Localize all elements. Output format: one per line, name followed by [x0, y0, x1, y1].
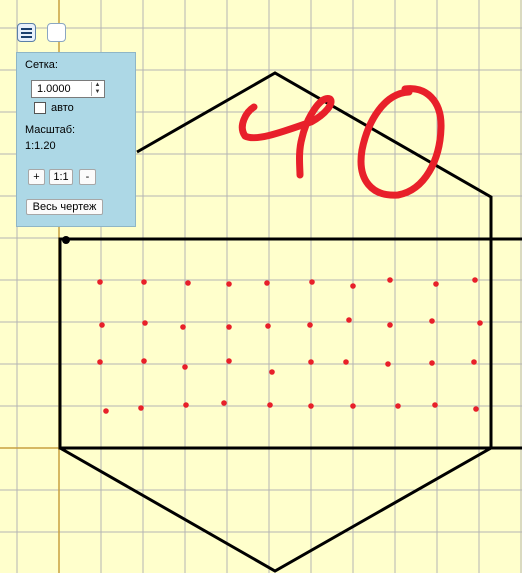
scale-value: 1:1.20	[25, 140, 56, 152]
red-dot	[138, 405, 144, 411]
red-dot	[226, 324, 232, 330]
red-dot	[432, 402, 438, 408]
handwritten-digit-4	[238, 95, 335, 179]
red-dot	[387, 322, 393, 328]
red-dot	[343, 359, 349, 365]
red-dot	[395, 403, 401, 409]
red-dot	[309, 279, 315, 285]
red-dot	[433, 281, 439, 287]
grid-size-spinner[interactable]: 1.0000 ▲ ▼	[31, 80, 105, 98]
red-dot	[429, 318, 435, 324]
scale-label: Масштаб:	[25, 124, 76, 136]
red-dot	[226, 281, 232, 287]
red-dot	[97, 279, 103, 285]
hamburger-menu-icon	[21, 28, 32, 40]
spin-down-icon[interactable]: ▼	[92, 89, 103, 96]
red-dot	[267, 402, 273, 408]
red-dots	[97, 277, 483, 414]
red-dot	[141, 358, 147, 364]
handwritten-number	[238, 85, 445, 199]
red-dot	[387, 277, 393, 283]
red-dot	[472, 277, 478, 283]
red-dot	[307, 322, 313, 328]
red-dot	[185, 280, 191, 286]
red-dot	[103, 408, 109, 414]
zoom-out-button[interactable]: -	[79, 169, 96, 185]
auto-checkbox[interactable]	[34, 102, 46, 114]
red-dot	[471, 359, 477, 365]
red-dot	[141, 279, 147, 285]
red-dot	[99, 322, 105, 328]
red-dot	[269, 369, 275, 375]
red-dot	[221, 400, 227, 406]
red-dot	[350, 403, 356, 409]
red-dot	[477, 320, 483, 326]
red-dot	[226, 358, 232, 364]
fit-drawing-button[interactable]: Весь чертеж	[26, 199, 103, 215]
red-dot	[346, 317, 352, 323]
red-dot	[264, 280, 270, 286]
handwritten-digit-0	[357, 85, 445, 199]
zoom-in-button[interactable]: +	[28, 169, 45, 185]
auto-label: авто	[51, 102, 74, 114]
red-dot	[429, 360, 435, 366]
rectangle-outline	[58, 237, 522, 450]
red-dot	[142, 320, 148, 326]
red-dot	[308, 403, 314, 409]
menu-button[interactable]	[17, 23, 36, 42]
red-dot	[308, 359, 314, 365]
spin-up-icon[interactable]: ▲	[92, 82, 103, 89]
red-dot	[473, 406, 479, 412]
red-dot	[265, 323, 271, 329]
scale-reset-button[interactable]: 1:1	[49, 169, 73, 185]
red-dot	[97, 359, 103, 365]
red-dot	[350, 283, 356, 289]
tool-button-blank[interactable]	[47, 23, 66, 42]
red-dot	[385, 361, 391, 367]
grid-label: Сетка:	[25, 59, 58, 71]
red-dot	[183, 402, 189, 408]
settings-panel: Сетка: 1.0000 ▲ ▼ авто Масштаб: 1:1.20 +…	[16, 52, 136, 227]
red-dot	[180, 324, 186, 330]
grid-size-value[interactable]: 1.0000	[37, 83, 71, 95]
red-dot	[182, 364, 188, 370]
anchor-point	[62, 236, 70, 244]
